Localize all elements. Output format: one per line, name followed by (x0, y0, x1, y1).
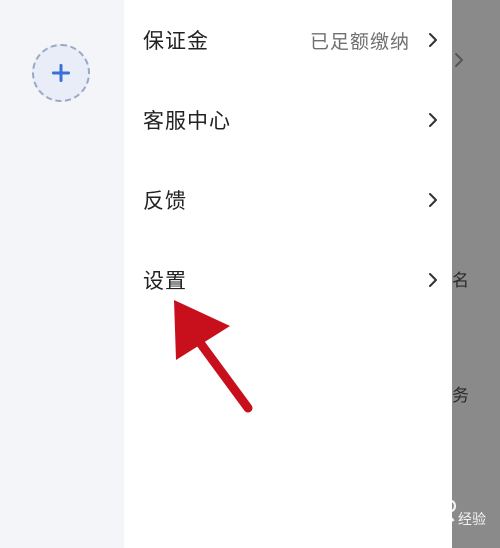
menu-item-feedback[interactable]: 反馈 (124, 170, 452, 230)
menu-item-label: 反馈 (143, 189, 187, 213)
menu-item-customer-service[interactable]: 客服中心 (124, 90, 452, 150)
left-rail (0, 0, 124, 548)
baidu-watermark-logo: Bai 经验 (386, 495, 486, 528)
menu-item-label: 客服中心 (143, 109, 231, 133)
chevron-right-icon (429, 193, 437, 207)
menu-item-label: 保证金 (143, 29, 209, 53)
app-screen: 保证金 已足额缴纳 客服中心 反馈 设置 名 务 Bai 经验 (0, 0, 500, 548)
chevron-right-icon (429, 113, 437, 127)
chevron-right-icon (455, 53, 463, 67)
background-text: 名 (452, 271, 469, 291)
plus-icon (52, 64, 70, 82)
menu-item-deposit[interactable]: 保证金 已足额缴纳 (124, 10, 452, 70)
add-button[interactable] (32, 44, 90, 102)
svg-text:Bai: Bai (386, 506, 420, 528)
red-arrow-annotation (174, 300, 253, 413)
chevron-right-icon (429, 33, 437, 47)
menu-item-label: 设置 (143, 269, 187, 293)
background-text: 务 (452, 386, 469, 406)
dim-overlay[interactable]: 名 务 (452, 0, 500, 548)
deposit-status: 已足额缴纳 (309, 30, 410, 53)
drawer-menu: 保证金 已足额缴纳 客服中心 反馈 设置 (124, 0, 452, 548)
chevron-right-icon (429, 273, 437, 287)
svg-text:经验: 经验 (458, 512, 486, 528)
